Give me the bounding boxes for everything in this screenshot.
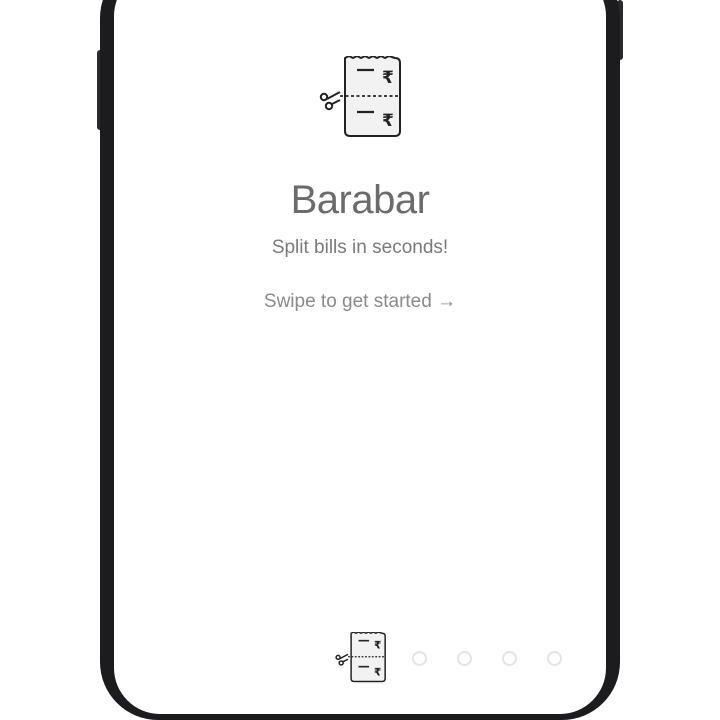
pager-active-item[interactable]: ₹ ₹ (334, 631, 388, 684)
svg-text:₹: ₹ (374, 640, 381, 652)
onboarding-screen[interactable]: ₹ ₹ Barabar Split bills in seconds! Swip… (114, 0, 606, 714)
pager-dot-4[interactable] (502, 650, 517, 666)
pager-dot-2[interactable] (412, 650, 427, 666)
split-receipt-icon: ₹ ₹ (335, 631, 386, 683)
pager-dot-3[interactable] (457, 650, 472, 666)
split-receipt-icon: ₹ ₹ (319, 55, 401, 137)
rupee-symbol-bottom: ₹ (382, 111, 394, 131)
pager-dot-5[interactable] (547, 650, 562, 666)
swipe-hint[interactable]: Swipe to get started → (114, 290, 606, 314)
app-title: Barabar (290, 178, 430, 222)
app-logo: ₹ ₹ (318, 55, 404, 140)
rupee-symbol-top: ₹ (382, 68, 394, 88)
page-indicator: ₹ ₹ (334, 631, 592, 684)
svg-text:₹: ₹ (374, 666, 381, 678)
app-tagline: Split bills in seconds! (271, 237, 449, 258)
scissors-icon (319, 91, 341, 111)
